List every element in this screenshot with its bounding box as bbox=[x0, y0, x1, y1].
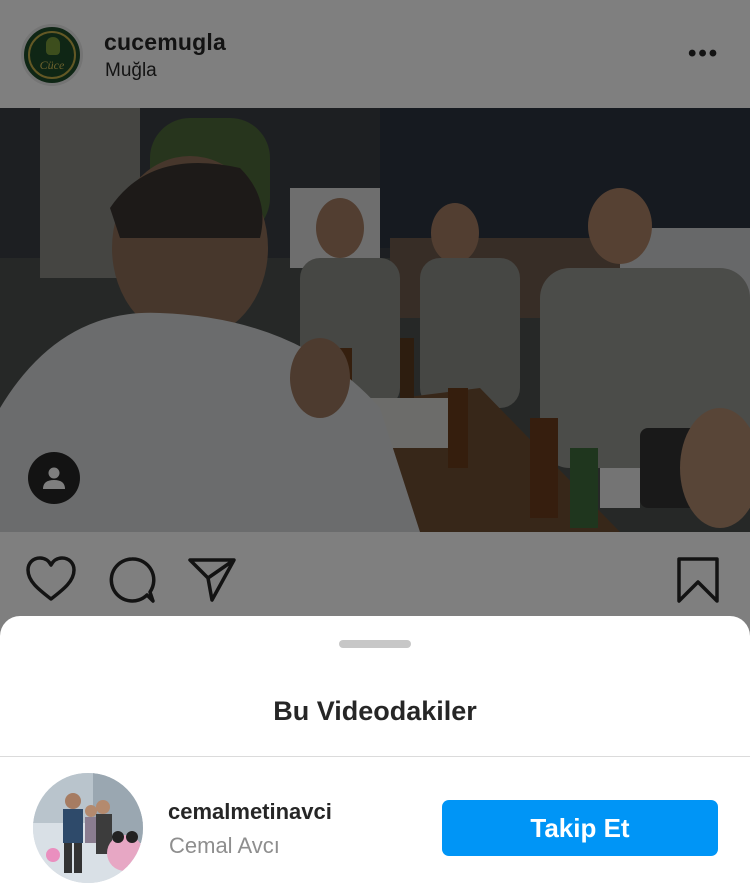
sheet-grabber[interactable] bbox=[339, 640, 411, 648]
sheet-title: Bu Videodakiler bbox=[273, 696, 477, 726]
tagged-user-avatar[interactable] bbox=[33, 773, 143, 883]
tagged-people-sheet: Bu Videodakiler cemalmetinavci Cemal Avc… bbox=[0, 616, 750, 895]
avatar-photo bbox=[33, 773, 143, 883]
follow-button[interactable]: Takip Et bbox=[442, 800, 718, 856]
sheet-divider bbox=[0, 756, 750, 757]
tagged-user-fullname: Cemal Avcı bbox=[169, 833, 280, 858]
tagged-user-username[interactable]: cemalmetinavci bbox=[168, 799, 332, 825]
